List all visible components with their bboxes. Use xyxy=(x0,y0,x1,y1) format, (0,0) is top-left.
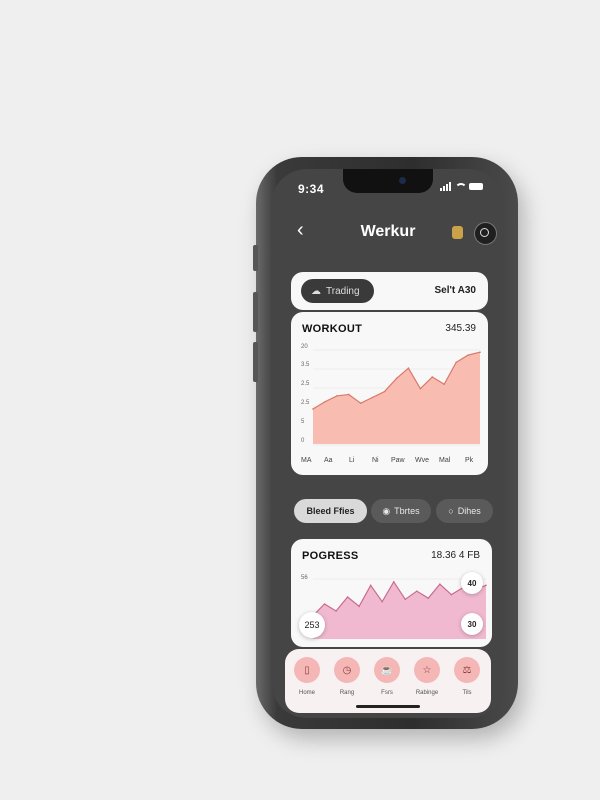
battery-icon xyxy=(469,183,483,190)
phone-frame: 9:34 ‹ Werkur ☁ Trading Sel't A30 WORKOU… xyxy=(253,157,518,729)
phone-screen: 9:34 ‹ Werkur ☁ Trading Sel't A30 WORKOU… xyxy=(271,169,505,718)
dashboard-icon: ☁ xyxy=(311,285,321,297)
x-tick: Li xyxy=(349,457,355,464)
data-point xyxy=(323,603,326,605)
workout-chart xyxy=(312,349,481,446)
progress-card: POGRESS 18.36 4 FB 56 40 30 253 xyxy=(291,539,492,647)
x-tick: Aa xyxy=(324,457,333,464)
flask-icon: ⚖ xyxy=(454,657,480,683)
tab-label: Fsrs xyxy=(381,690,393,696)
data-point xyxy=(346,596,349,598)
tab-fsrs[interactable]: ☕ Fsrs xyxy=(367,657,407,696)
x-tick: Pk xyxy=(465,457,474,464)
status-icons xyxy=(440,182,483,191)
data-point xyxy=(395,377,398,380)
data-point xyxy=(485,584,487,587)
volume-down-button xyxy=(253,342,258,382)
chat-icon: ○ xyxy=(448,506,454,516)
data-point xyxy=(419,387,422,390)
tag-icon: ◉ xyxy=(382,505,391,516)
data-point xyxy=(427,597,430,599)
workout-card: WORKOUT 345.39 20 3.5 2.5 2.5 5 0 MA Aa … xyxy=(291,312,488,475)
data-point xyxy=(369,584,372,587)
mute-switch xyxy=(253,245,258,271)
data-point xyxy=(455,361,457,364)
data-point xyxy=(336,395,338,397)
volume-up-button xyxy=(253,292,258,332)
data-point xyxy=(312,408,314,410)
data-point xyxy=(383,390,386,393)
page-title: Werkur xyxy=(360,223,416,240)
value-bubble[interactable]: 30 xyxy=(461,613,483,635)
x-tick: Ni xyxy=(372,457,379,464)
area-fill xyxy=(313,352,480,444)
data-point xyxy=(443,383,446,386)
tab-label: Home xyxy=(298,690,315,696)
phone-icon: ▯ xyxy=(294,657,320,683)
data-point xyxy=(439,583,441,585)
badge-icon[interactable] xyxy=(452,226,463,239)
x-tick: MA xyxy=(301,457,312,464)
summary-value: Sel't A30 xyxy=(434,285,476,296)
star-icon: ☆ xyxy=(414,657,440,683)
trading-pill-label: Trading xyxy=(326,285,360,297)
status-time: 9:34 xyxy=(298,182,325,196)
chip-tbrtes[interactable]: ◉ Tbrtes xyxy=(371,499,431,523)
data-point xyxy=(416,590,418,592)
signal-icon xyxy=(440,182,451,191)
value-bubble[interactable]: 253 xyxy=(299,612,325,638)
avatar[interactable] xyxy=(474,222,497,245)
x-tick: Paw xyxy=(391,457,405,464)
trading-pill[interactable]: ☁ Trading xyxy=(301,279,374,303)
tab-rang[interactable]: ◷ Rang xyxy=(327,657,367,696)
tab-bar: ▯ Home ◷ Rang ☕ Fsrs ☆ Rabinge ⚖ Tils xyxy=(285,649,491,713)
data-point xyxy=(335,610,337,612)
cup-icon: ☕ xyxy=(374,657,400,683)
data-point xyxy=(359,402,362,404)
data-point xyxy=(479,351,481,353)
notch xyxy=(343,169,433,193)
data-point xyxy=(392,581,395,583)
tab-tils[interactable]: ⚖ Tils xyxy=(447,657,487,696)
data-point xyxy=(371,396,374,399)
clock-icon: ◷ xyxy=(334,657,360,683)
value-bubble[interactable]: 40 xyxy=(461,572,483,594)
data-point xyxy=(324,400,326,403)
data-point xyxy=(407,367,410,370)
data-point xyxy=(450,593,453,596)
data-point xyxy=(431,376,434,378)
x-tick: Mal xyxy=(439,457,451,464)
tab-label: Rang xyxy=(339,690,355,696)
data-point xyxy=(358,605,360,608)
camera-icon xyxy=(399,177,406,184)
data-point xyxy=(347,393,350,396)
tab-home[interactable]: ▯ Home xyxy=(287,657,327,696)
chip-label: Bleed Ffies xyxy=(306,506,355,516)
data-point xyxy=(404,598,407,601)
chip-label: Tbrtes xyxy=(394,506,420,516)
summary-card: ☁ Trading Sel't A30 xyxy=(291,272,488,310)
wifi-icon xyxy=(455,182,467,191)
tab-rabinge[interactable]: ☆ Rabinge xyxy=(407,657,447,696)
tab-label: Rabinge xyxy=(415,690,439,696)
home-indicator xyxy=(356,705,420,708)
tab-label: Tils xyxy=(462,690,472,696)
x-tick: Wve xyxy=(415,457,429,464)
chip-label: Dihes xyxy=(457,506,481,516)
chip-dihes[interactable]: ○ Dihes xyxy=(436,499,493,523)
chip-bleed-fries[interactable]: Bleed Ffies xyxy=(294,499,367,523)
data-point xyxy=(467,354,469,356)
data-point xyxy=(381,600,383,603)
